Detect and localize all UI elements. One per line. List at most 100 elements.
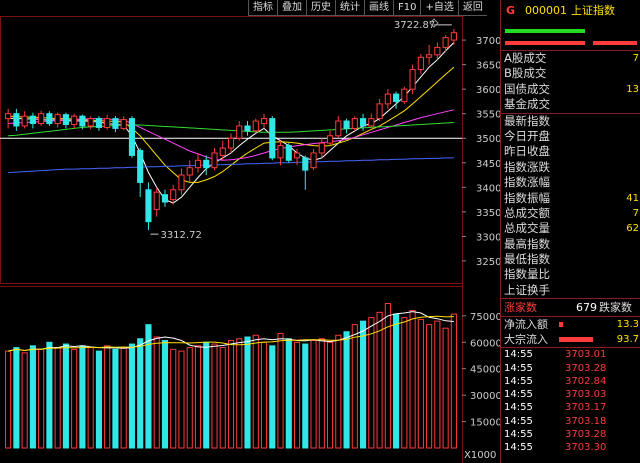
volume-bar: [417, 318, 424, 449]
tick-row: 14:55 3702.84: [504, 375, 607, 387]
volume-bar: [186, 347, 193, 449]
volume-tick-label: 75000: [470, 312, 500, 323]
volume-bar: [293, 341, 301, 449]
quote-row: B股成交: [504, 66, 547, 81]
candle-body: [360, 118, 367, 127]
volume-bar: [161, 340, 169, 449]
candle-body: [128, 118, 136, 156]
volume-bar: [269, 345, 276, 449]
overlay-button[interactable]: 叠加: [277, 0, 306, 16]
volume-bar: [343, 331, 350, 449]
candle-body: [302, 157, 309, 171]
volume-bar: [71, 348, 78, 449]
flow-row: 净流入额 13.3: [501, 316, 640, 332]
candle-body: [318, 142, 325, 154]
volume-bar: [211, 343, 218, 449]
candle-body: [368, 118, 375, 127]
candle-body: [87, 118, 94, 127]
candle-body: [310, 152, 317, 169]
candle-body: [38, 113, 45, 125]
candle-body: [104, 118, 111, 128]
price-tick-label: 3400: [476, 183, 500, 194]
tick-row: 14:55 3703.01: [504, 349, 607, 361]
quote-row: 总成交量 62: [504, 221, 639, 236]
candle-body: [46, 113, 53, 125]
candle-body: [384, 93, 391, 105]
candle-body: [194, 159, 202, 169]
candle-body: [244, 125, 251, 132]
volume-bar: [153, 336, 160, 449]
candle-body: [326, 135, 334, 144]
candle-body: [409, 69, 416, 90]
candle-body: [293, 152, 301, 159]
stats-button[interactable]: 统计: [335, 0, 364, 16]
volume-bar: [384, 303, 391, 449]
volume-bar: [442, 327, 449, 449]
volume-bar: [310, 340, 317, 449]
red-ratio-bar-2: [593, 41, 637, 45]
candle-body: [170, 189, 177, 201]
candle-body: [120, 119, 127, 129]
candle-body: [95, 118, 102, 128]
quote-panel: G 000001 上证指数 A股成交 7 B股成交 国债成交 13 基金成交 最新指…: [500, 0, 640, 463]
back-button[interactable]: 返回: [457, 0, 487, 16]
tick-row: 14:55 3703.03: [504, 389, 607, 401]
quote-row: 最高指数: [504, 236, 550, 251]
quote-row: 指数量比: [504, 267, 550, 282]
candle-body: [401, 88, 408, 102]
quote-row: 指数涨幅: [504, 175, 550, 190]
tick-row: 14:55 3703.30: [504, 442, 607, 454]
volume-unit-label: X1000: [464, 450, 496, 461]
volume-bar: [170, 348, 177, 449]
tick-list: 14:55 3703.01 14:55 3703.28 14:55 3702.84 1…: [501, 347, 640, 454]
candle-body: [442, 37, 449, 48]
candle-body: [260, 118, 268, 125]
volume-bar: [54, 347, 61, 449]
candle-body: [236, 125, 243, 139]
kline-chart[interactable]: 3250 3300 3350 3400 3450 3500 3550 3600 3650 3700…: [0, 0, 500, 463]
volume-bar: [434, 320, 441, 449]
price-tick-label: 3300: [476, 232, 500, 243]
candle-body: [393, 93, 400, 102]
f10-button[interactable]: F10: [393, 0, 421, 16]
volume-bar: [376, 311, 383, 449]
candle-body: [203, 159, 210, 169]
quote-row: A股成交 7: [504, 51, 639, 65]
candle-body: [227, 137, 235, 149]
volume-bar: [104, 345, 111, 449]
low-annotation: 3312.72: [160, 230, 201, 241]
volume-bar: [13, 347, 20, 449]
quote-row: 总成交额 7: [504, 205, 639, 220]
quote-rows: A股成交 7 B股成交 国债成交 13 基金成交 最新指数 今日开盘 昨日收盘 指数…: [501, 50, 640, 298]
candle-body: [178, 174, 185, 191]
candle-body: [335, 120, 342, 137]
green-ratio-bar: [505, 29, 585, 33]
volume-bar: [29, 345, 36, 449]
volume-bar: [318, 338, 325, 449]
volume-bar: [450, 313, 457, 449]
tick-row: 14:55 3703.17: [504, 402, 607, 414]
price-tick-label: 3350: [476, 208, 500, 219]
candle-body: [62, 114, 69, 125]
candle-body: [426, 54, 433, 58]
volume-bar: [87, 347, 94, 449]
tick-row: 14:55 3703.28: [504, 429, 607, 441]
volume-bar: [302, 343, 309, 449]
add-watchlist-button[interactable]: +自选: [420, 0, 458, 16]
indicator-button[interactable]: 指标: [248, 0, 277, 16]
history-button[interactable]: 历史: [306, 0, 335, 16]
volume-bar: [62, 343, 69, 449]
volume-bar: [95, 350, 102, 449]
candle-body: [277, 145, 284, 159]
quote-row: 最低指数: [504, 252, 550, 267]
volume-bar: [393, 313, 400, 449]
draw-line-button[interactable]: 画线: [364, 0, 393, 16]
red-ratio-bar-1: [505, 41, 585, 45]
candle-body: [434, 46, 441, 56]
volume-bar: [368, 317, 375, 449]
volume-bar: [21, 352, 28, 449]
volume-bar: [252, 334, 259, 449]
candle-body: [219, 147, 226, 156]
flow-bar: [559, 337, 593, 343]
volume-bar: [5, 350, 12, 449]
